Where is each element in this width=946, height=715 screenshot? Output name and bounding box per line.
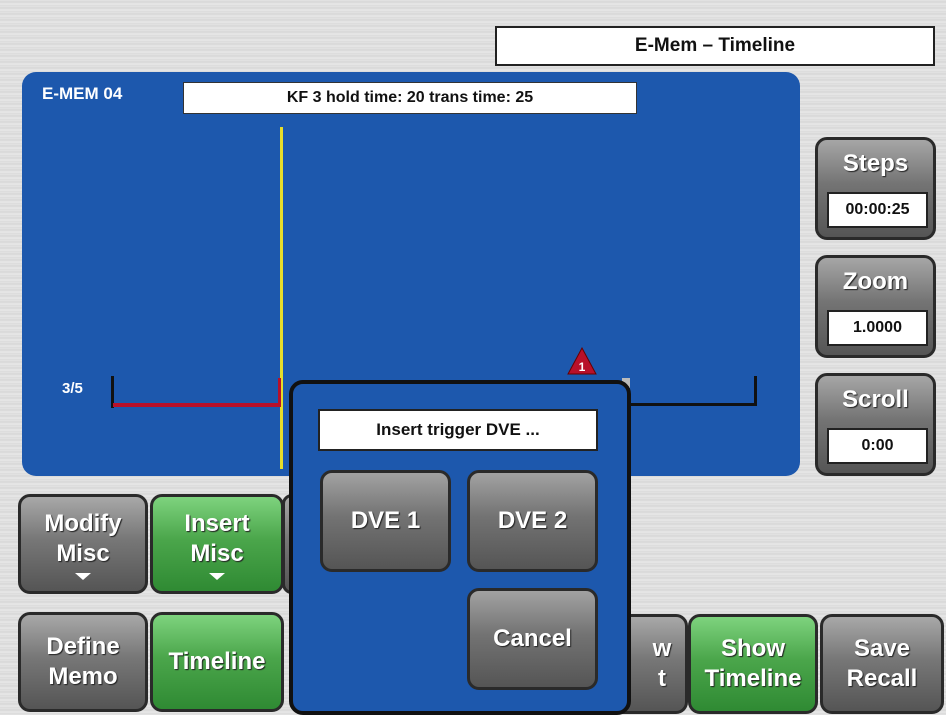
define-memo-label-1: Define (46, 633, 120, 660)
define-memo-label-2: Memo (48, 663, 118, 690)
show-next-label-2: t (658, 665, 666, 692)
modify-misc-label-2: Misc (56, 539, 110, 567)
define-memo-button[interactable]: Define Memo (18, 612, 148, 712)
track-segment-red (113, 403, 281, 407)
show-timeline-label-1: Show (721, 635, 785, 662)
steps-value: 00:00:25 (827, 192, 928, 228)
modify-misc-label-1: Modify (44, 509, 122, 537)
screen-title: E-Mem – Timeline (495, 26, 935, 66)
chevron-down-icon (75, 572, 91, 580)
zoom-button[interactable]: Zoom 1.0000 (815, 255, 936, 358)
chevron-down-icon (209, 572, 225, 580)
insert-misc-label-1: Insert (184, 509, 250, 537)
dve2-button[interactable]: DVE 2 (467, 470, 598, 572)
dialog-title: Insert trigger DVE ... (318, 409, 598, 451)
steps-button[interactable]: Steps 00:00:25 (815, 137, 936, 240)
marker-number: 1 (579, 360, 586, 374)
track-label: 3/5 (62, 380, 83, 397)
dve1-button[interactable]: DVE 1 (320, 470, 451, 572)
scroll-button[interactable]: Scroll 0:00 (815, 373, 936, 476)
timeline-label: Timeline (168, 648, 266, 675)
save-recall-label-1: Save (853, 635, 911, 662)
steps-label: Steps (842, 150, 909, 177)
show-next-label-1: w (652, 635, 672, 662)
insert-misc-button[interactable]: Insert Misc (150, 494, 284, 594)
zoom-label: Zoom (842, 268, 909, 295)
track-segment-black (625, 403, 756, 406)
insert-misc-label-2: Misc (190, 539, 244, 567)
timeline-button[interactable]: Timeline (150, 612, 284, 712)
timeline-cursor[interactable] (280, 127, 283, 469)
cancel-button[interactable]: Cancel (467, 588, 598, 690)
scroll-label: Scroll (842, 386, 909, 413)
modify-misc-button[interactable]: Modify Misc (18, 494, 148, 594)
track-segment-red-tick (278, 378, 281, 406)
show-timeline-button[interactable]: Show Timeline (688, 614, 818, 714)
memo-label: E-MEM 04 (42, 84, 123, 103)
trigger-marker-icon[interactable]: 1 (567, 347, 597, 377)
keyframe-info-box: KF 3 hold time: 20 trans time: 25 (183, 82, 637, 114)
scroll-value: 0:00 (827, 428, 928, 464)
show-timeline-label-2: Timeline (704, 665, 802, 692)
track-end-tick (754, 376, 757, 406)
save-recall-label-2: Recall (846, 665, 918, 692)
zoom-value: 1.0000 (827, 310, 928, 346)
save-recall-button[interactable]: Save Recall (820, 614, 944, 714)
